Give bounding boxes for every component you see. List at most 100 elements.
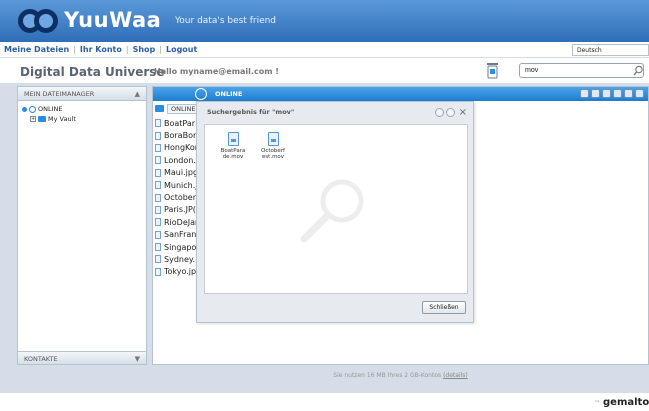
magnifier-watermark-icon (300, 179, 364, 243)
file-icon (155, 255, 161, 264)
globe-icon (195, 88, 207, 100)
nav-meine-dateien[interactable]: Meine Dateien (4, 45, 69, 54)
file-icon (155, 143, 161, 152)
tree-item-my-vault[interactable]: + My Vault (22, 114, 142, 124)
file-name: BoatPar (164, 118, 196, 128)
bottom-bar (0, 393, 649, 411)
contacts-title: KONTAKTE (24, 355, 58, 363)
app-header: YuuWaa Your data's best friend (0, 0, 649, 42)
file-name: Singapo (164, 242, 197, 252)
file-name: October (164, 193, 197, 203)
file-icon (155, 218, 161, 227)
file-list-header: ONLINE (153, 87, 648, 101)
tree-item-label: My Vault (48, 115, 76, 123)
file-icon (155, 156, 161, 165)
delete-icon[interactable] (624, 89, 633, 98)
help-icon[interactable] (434, 108, 444, 117)
file-icon (155, 119, 161, 128)
language-select[interactable]: Deutsch (572, 44, 649, 56)
file-manager-title: MEIN DATEIMANAGER (24, 90, 95, 98)
list-item[interactable]: Paris.JP( (155, 204, 198, 216)
title-row: Digital Data Universe Hallo myname@email… (0, 59, 649, 83)
close-dialog-button[interactable]: Schließen (422, 301, 466, 314)
list-item[interactable]: Sydney. (155, 253, 198, 265)
minimize-icon[interactable] (445, 108, 455, 117)
list-item[interactable]: Tokyo.jp (155, 266, 198, 278)
list-item[interactable]: Singapo (155, 241, 198, 253)
result-file-name: BoatPara de.mov (220, 148, 246, 160)
nav-logout[interactable]: Logout (166, 45, 197, 54)
file-name: Sydney. (164, 254, 196, 264)
list-item[interactable]: October (155, 191, 198, 203)
file-icon (155, 168, 161, 177)
search-result-item[interactable]: Octoberf est.mov (256, 132, 290, 160)
file-name: SanFran (164, 230, 197, 240)
list-item[interactable]: Munich.j (155, 179, 198, 191)
dialog-title: Suchergebnis für "mov" (207, 108, 295, 116)
file-manager-header[interactable]: MEIN DATEIMANAGER ▲ (18, 87, 146, 101)
list-item[interactable]: Maui.jpg (155, 167, 198, 179)
list-item[interactable]: BoatPar (155, 117, 198, 129)
breadcrumb-online[interactable]: ONLINE (167, 103, 200, 114)
download-icon[interactable] (591, 89, 600, 98)
nav-bar: Meine Dateien | Ihr Konto | Shop | Logout Deut… (0, 42, 649, 58)
logo-icon (18, 9, 58, 33)
list-item[interactable]: SanFran (155, 229, 198, 241)
file-list-title: ONLINE (215, 90, 243, 98)
folder-tree: ONLINE + My Vault (18, 101, 146, 127)
movie-file-icon (267, 132, 279, 146)
list-item[interactable]: London. (155, 154, 198, 166)
file-name: Paris.JP( (164, 205, 196, 215)
file-name: Munich.j (164, 180, 198, 190)
expand-down-icon[interactable]: ▼ (135, 355, 140, 363)
file-name: HongKor (164, 143, 199, 153)
folder-icon (155, 105, 164, 112)
search-icon[interactable] (633, 65, 644, 76)
search-result-item[interactable]: BoatPara de.mov (216, 132, 250, 160)
tagline: Your data's best friend (175, 16, 277, 26)
file-manager-panel: MEIN DATEIMANAGER ▲ ONLINE + My Vault (17, 86, 147, 364)
file-name: Tokyo.jp (164, 267, 197, 277)
file-icon (155, 205, 161, 214)
file-name: London. (164, 155, 196, 165)
file-icon (155, 230, 161, 239)
list-item[interactable]: RioDeJar (155, 216, 198, 228)
list-item[interactable]: HongKor (155, 142, 198, 154)
globe-icon (29, 105, 36, 113)
file-name: Maui.jpg (164, 168, 199, 178)
gemalto-brand: gemalto (603, 397, 649, 408)
collapse-up-icon[interactable]: ▲ (135, 90, 140, 98)
upload-icon[interactable] (580, 89, 589, 98)
trash-icon[interactable] (486, 61, 499, 79)
expand-icon[interactable]: + (30, 116, 36, 122)
close-icon[interactable]: × (457, 107, 467, 117)
search-input[interactable] (519, 63, 644, 78)
file-icon (155, 131, 161, 140)
file-icon (155, 267, 161, 276)
folder-icon (38, 116, 46, 122)
toolbar (580, 89, 644, 98)
file-icon (155, 243, 161, 252)
brand-logo: YuuWaa (64, 8, 162, 32)
nav-shop[interactable]: Shop (133, 45, 156, 54)
search-results-dialog: Suchergebnis für "mov" × BoatPara de.mov… (196, 101, 474, 323)
usage-text: Sie nutzen 16 MB Ihres 2 GB-Kontos (333, 372, 442, 379)
usage-info: Sie nutzen 16 MB Ihres 2 GB-Kontos (deta… (0, 372, 649, 379)
contacts-header[interactable]: KONTAKTE ▼ (17, 351, 147, 365)
list-item[interactable]: BoraBor (155, 129, 198, 141)
menu-icon[interactable] (635, 89, 644, 98)
tree-item-online[interactable]: ONLINE (22, 104, 142, 114)
main-nav: Meine Dateien | Ihr Konto | Shop | Logout (4, 45, 198, 54)
share-icon[interactable] (602, 89, 611, 98)
greeting-text: Hallo myname@email.com ! (154, 67, 279, 76)
file-name: RioDeJar (164, 217, 199, 227)
result-file-name: Octoberf est.mov (261, 148, 285, 160)
tree-item-label: ONLINE (38, 105, 63, 113)
movie-file-icon (227, 132, 239, 146)
search-results-area: BoatPara de.mov Octoberf est.mov (204, 124, 468, 294)
dialog-controls: × (434, 107, 467, 117)
nav-ihr-konto[interactable]: Ihr Konto (80, 45, 122, 54)
radio-icon (22, 106, 27, 112)
edit-icon[interactable] (613, 89, 622, 98)
details-link[interactable]: (details) (443, 372, 468, 379)
